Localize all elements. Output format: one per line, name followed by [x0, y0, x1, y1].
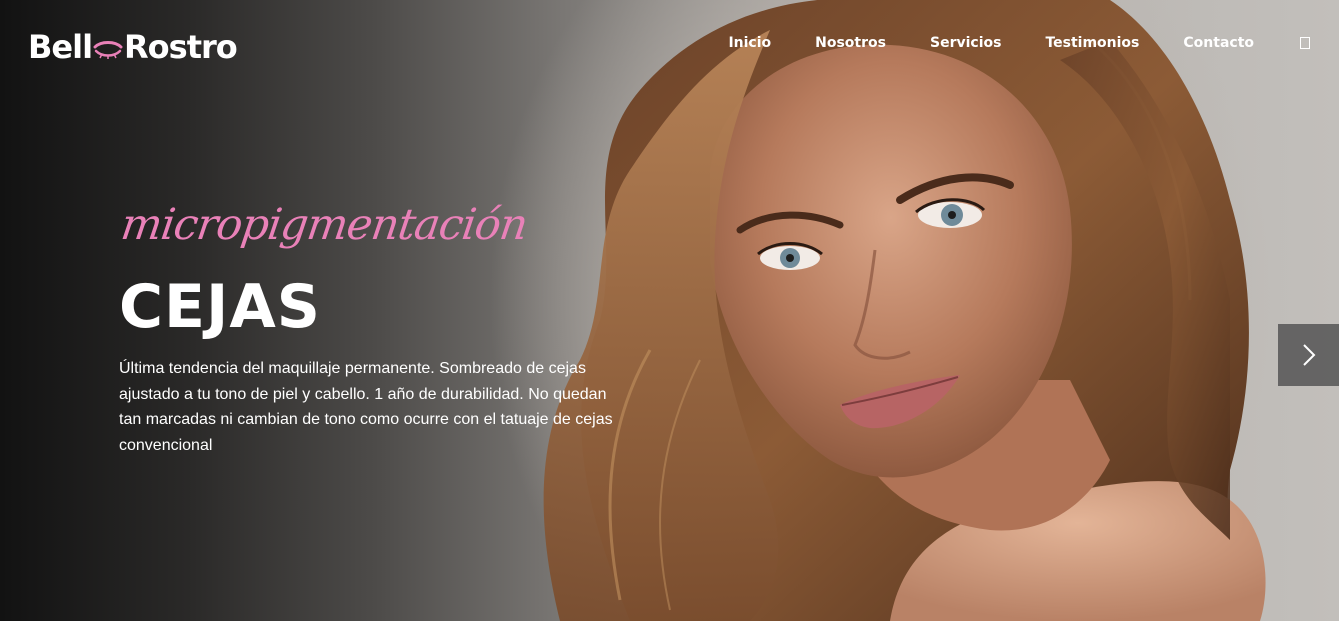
nav-item-servicios[interactable]: Servicios [930, 35, 1001, 51]
hero-description: Última tendencia del maquillaje permanen… [119, 360, 613, 454]
logo-text-left: Bell [28, 28, 93, 66]
main-navigation: Inicio Nosotros Servicios Testimonios Co… [728, 32, 1339, 54]
site-header: Bell Rostro Inicio Nosotros Servicios Te… [0, 0, 1339, 92]
hero-title: CEJAS [119, 272, 321, 342]
hero-script-title: micropigmentación [118, 200, 531, 250]
chevron-right-icon [1302, 344, 1315, 366]
logo-text-right: Rostro [124, 28, 238, 66]
nav-item-contacto[interactable]: Contacto [1183, 35, 1254, 51]
nav-item-testimonios[interactable]: Testimonios [1045, 35, 1139, 51]
eye-lash-icon [93, 41, 123, 59]
site-logo[interactable]: Bell Rostro [28, 26, 238, 68]
search-icon[interactable] [1300, 37, 1310, 49]
hero-portrait-image [543, 0, 1266, 621]
slider-next-button[interactable] [1278, 324, 1339, 386]
nav-item-nosotros[interactable]: Nosotros [815, 35, 886, 51]
nav-item-inicio[interactable]: Inicio [728, 35, 771, 51]
hero-slider: Bell Rostro Inicio Nosotros Servicios Te… [0, 0, 1339, 621]
